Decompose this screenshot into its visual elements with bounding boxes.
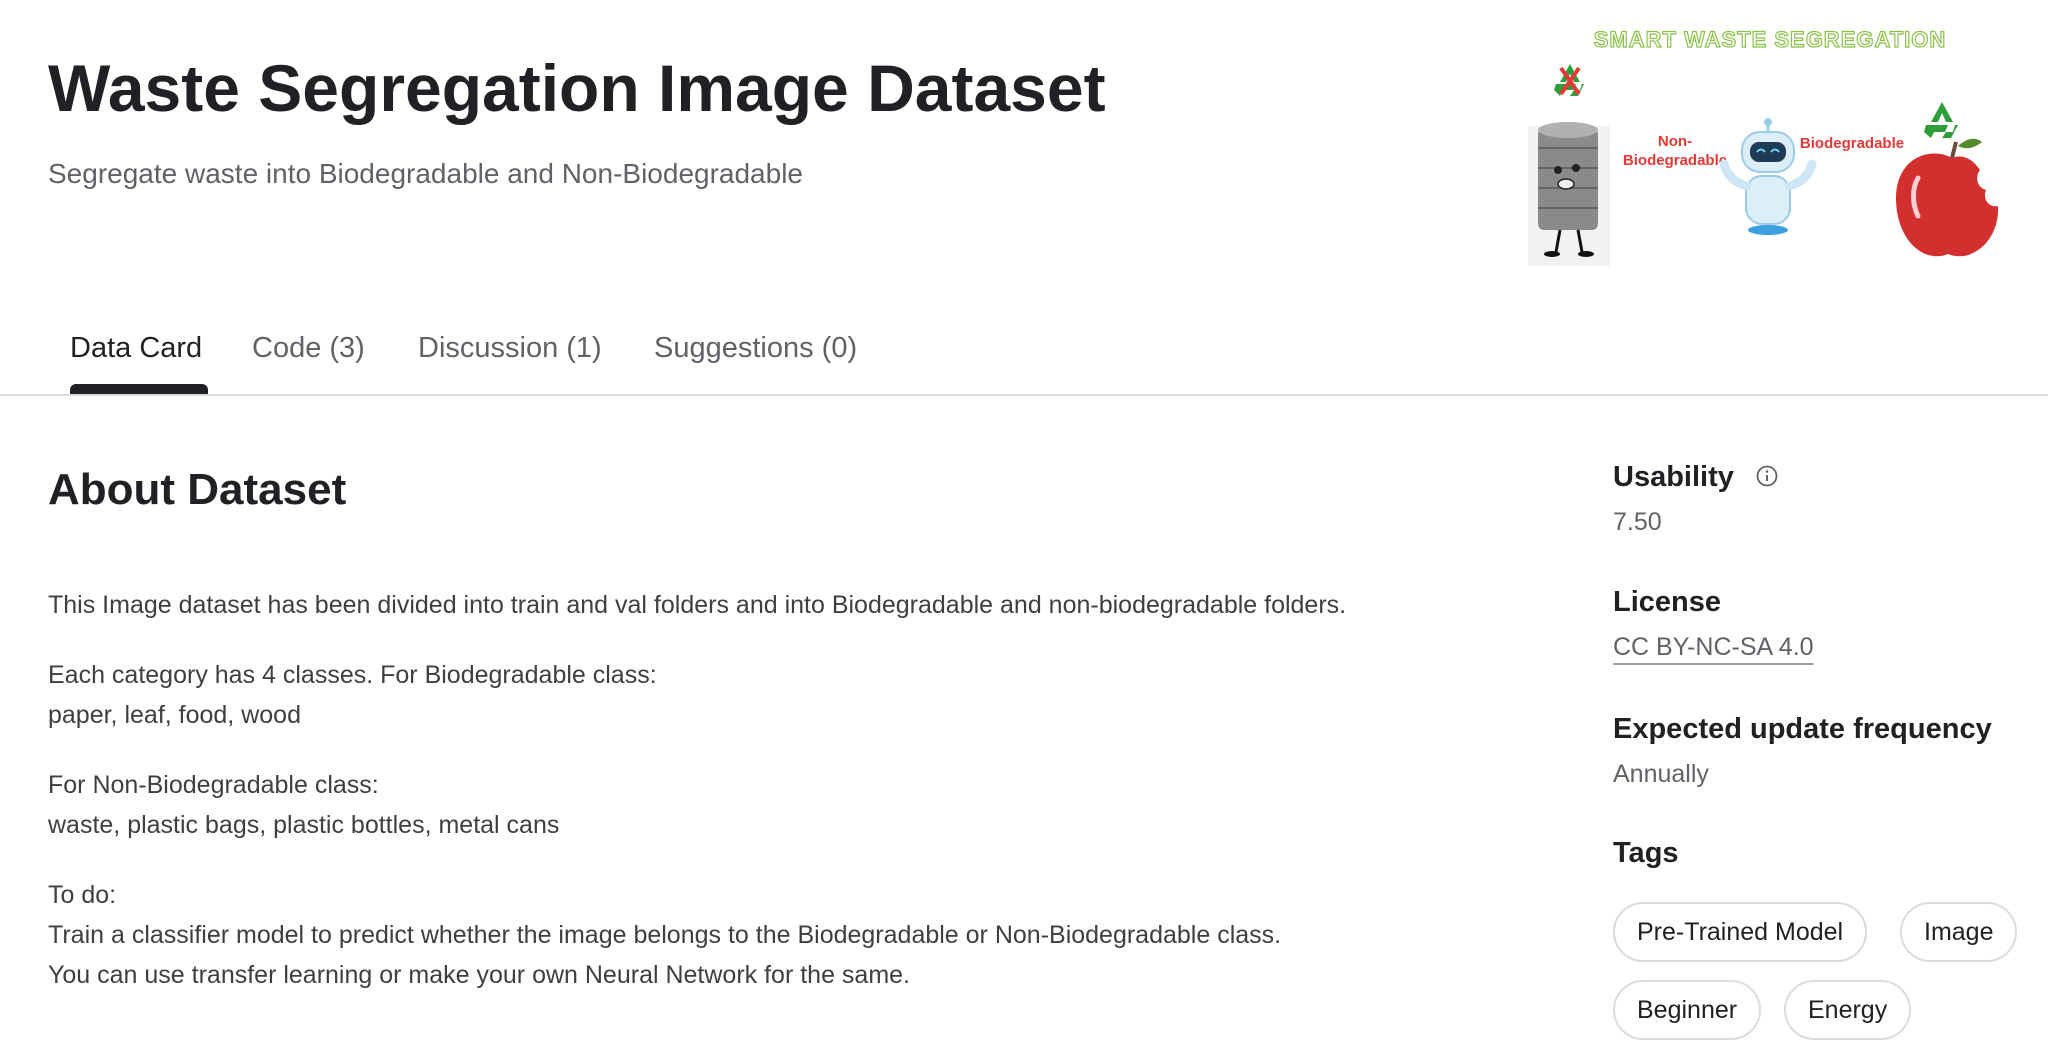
about-paragraph: To do: bbox=[48, 881, 117, 909]
tab-bar: Data Card Code (3) Discussion (1) Sugges… bbox=[0, 300, 2048, 396]
tag-chip[interactable]: Pre-Trained Model bbox=[1613, 902, 1868, 962]
about-paragraph: Each category has 4 classes. For Biodegr… bbox=[48, 661, 657, 689]
info-icon[interactable] bbox=[1755, 464, 1779, 488]
tag-chip[interactable]: Energy bbox=[1784, 980, 1912, 1040]
usability-label: Usability bbox=[1613, 461, 1734, 493]
about-paragraph: paper, leaf, food, wood bbox=[48, 701, 301, 729]
license-label: License bbox=[1613, 586, 1721, 618]
banner-heading: SMART WASTE SEGREGATION bbox=[1594, 27, 1947, 52]
update-frequency-label: Expected update frequency bbox=[1613, 713, 1992, 745]
tab-code[interactable]: Code (3) bbox=[252, 330, 365, 366]
license-link[interactable]: CC BY-NC-SA 4.0 bbox=[1613, 631, 1814, 663]
update-frequency-value: Annually bbox=[1613, 760, 1709, 788]
tin-can-icon bbox=[1528, 122, 1610, 266]
banner-left-label-line1: Non- bbox=[1658, 133, 1692, 150]
recycle-icon bbox=[1924, 102, 1958, 138]
about-paragraph: waste, plastic bags, plastic bottles, me… bbox=[48, 811, 560, 839]
tags-label: Tags bbox=[1613, 837, 1679, 869]
banner-right-label: Biodegradable bbox=[1800, 135, 1904, 152]
usability-score: 7.50 bbox=[1613, 508, 1662, 536]
banner-left-label-line2: Biodegradable bbox=[1623, 152, 1727, 169]
about-paragraph: For Non-Biodegradable class: bbox=[48, 771, 379, 799]
about-paragraph: This Image dataset has been divided into… bbox=[48, 591, 1347, 619]
dataset-subtitle: Segregate waste into Biodegradable and N… bbox=[48, 158, 803, 189]
tag-chip[interactable]: Image bbox=[1900, 902, 2018, 962]
recycle-icon bbox=[1554, 64, 1584, 96]
dataset-title: Waste Segregation Image Dataset bbox=[48, 51, 1106, 125]
tab-data-card[interactable]: Data Card bbox=[70, 330, 202, 366]
dataset-banner-image: SMART WASTE SEGREGATION Non- Biodegradab… bbox=[1528, 26, 1999, 266]
robot-icon bbox=[1719, 118, 1817, 235]
about-paragraph: Train a classifier model to predict whet… bbox=[48, 921, 1282, 949]
about-dataset-heading: About Dataset bbox=[48, 465, 347, 514]
apple-icon bbox=[1896, 138, 1999, 257]
tab-discussion[interactable]: Discussion (1) bbox=[418, 330, 602, 366]
about-paragraph: You can use transfer learning or make yo… bbox=[48, 961, 910, 989]
tab-suggestions[interactable]: Suggestions (0) bbox=[654, 330, 857, 366]
active-tab-indicator bbox=[70, 384, 208, 394]
tag-chip[interactable]: Beginner bbox=[1613, 980, 1762, 1040]
